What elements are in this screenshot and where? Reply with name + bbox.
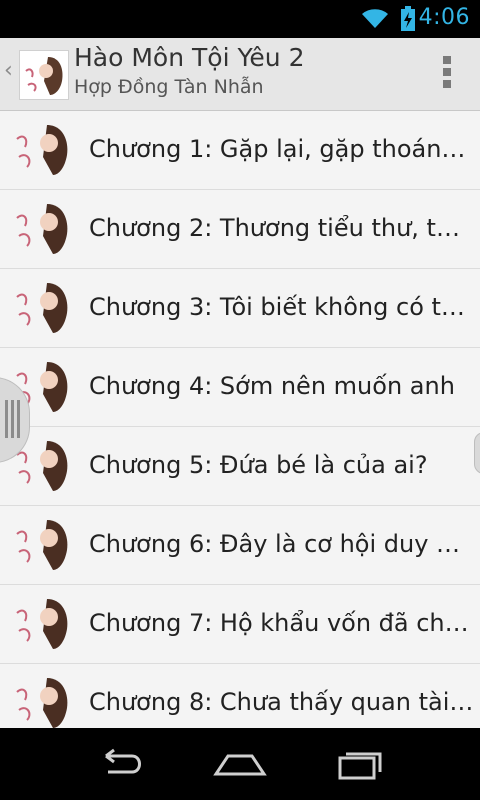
overflow-menu-icon[interactable]: [438, 56, 456, 92]
page-subtitle: Hợp Đồng Tàn Nhẫn: [74, 76, 264, 98]
status-bar: 4:06: [0, 0, 480, 38]
list-item[interactable]: Chương 1: Gặp lại, gặp thoáng qua: [0, 111, 480, 190]
recent-apps-icon[interactable]: [332, 746, 388, 786]
chapter-thumbnail-icon: [13, 676, 71, 728]
battery-icon: [400, 6, 416, 36]
chapter-thumbnail-icon: [13, 123, 71, 177]
action-bar: ‹ Hào Môn Tội Yêu 2 Hợp Đồng Tàn Nhẫn: [0, 38, 480, 111]
list-item[interactable]: Chương 3: Tôi biết không có tư cách: [0, 269, 480, 348]
chapter-thumbnail-icon: [13, 281, 71, 335]
list-item[interactable]: Chương 7: Hộ khẩu vốn đã chuẩn bị: [0, 585, 480, 664]
chapter-thumbnail-icon: [13, 597, 71, 651]
back-icon[interactable]: [92, 746, 148, 786]
drawer-grip-icon: [5, 400, 23, 442]
navigation-bar: [0, 728, 480, 800]
list-item[interactable]: Chương 6: Đây là cơ hội duy nhất của cô: [0, 506, 480, 585]
back-chevron-icon[interactable]: ‹: [4, 58, 13, 83]
chapter-list: Chương 1: Gặp lại, gặp thoáng qua Chương…: [0, 111, 480, 728]
right-drawer-handle[interactable]: [474, 432, 480, 474]
list-item[interactable]: Chương 8: Chưa thấy quan tài chưa đổ lệ: [0, 664, 480, 728]
wifi-icon: [360, 6, 390, 34]
chapter-title: Chương 4: Sớm nên muốn anh: [89, 372, 455, 400]
list-item[interactable]: Chương 2: Thương tiểu thư, tự mình đa tì…: [0, 190, 480, 269]
chapter-thumbnail-icon: [13, 518, 71, 572]
chapter-title: Chương 7: Hộ khẩu vốn đã chuẩn bị: [89, 609, 474, 637]
chapter-title: Chương 8: Chưa thấy quan tài chưa đổ lệ: [89, 688, 474, 716]
list-item[interactable]: Chương 4: Sớm nên muốn anh: [0, 348, 480, 427]
chapter-title: Chương 1: Gặp lại, gặp thoáng qua: [89, 135, 474, 163]
chapter-title: Chương 2: Thương tiểu thư, tự mình đa tì…: [89, 214, 474, 242]
clock: 4:06: [418, 5, 470, 30]
home-icon[interactable]: [212, 746, 268, 786]
app-icon[interactable]: [19, 50, 69, 100]
chapter-title: Chương 6: Đây là cơ hội duy nhất của cô: [89, 530, 474, 558]
chapter-thumbnail-icon: [13, 202, 71, 256]
chapter-title: Chương 3: Tôi biết không có tư cách: [89, 293, 474, 321]
page-title: Hào Môn Tội Yêu 2: [74, 43, 305, 72]
chapter-title: Chương 5: Đứa bé là của ai?: [89, 451, 428, 479]
list-item[interactable]: Chương 5: Đứa bé là của ai?: [0, 427, 480, 506]
